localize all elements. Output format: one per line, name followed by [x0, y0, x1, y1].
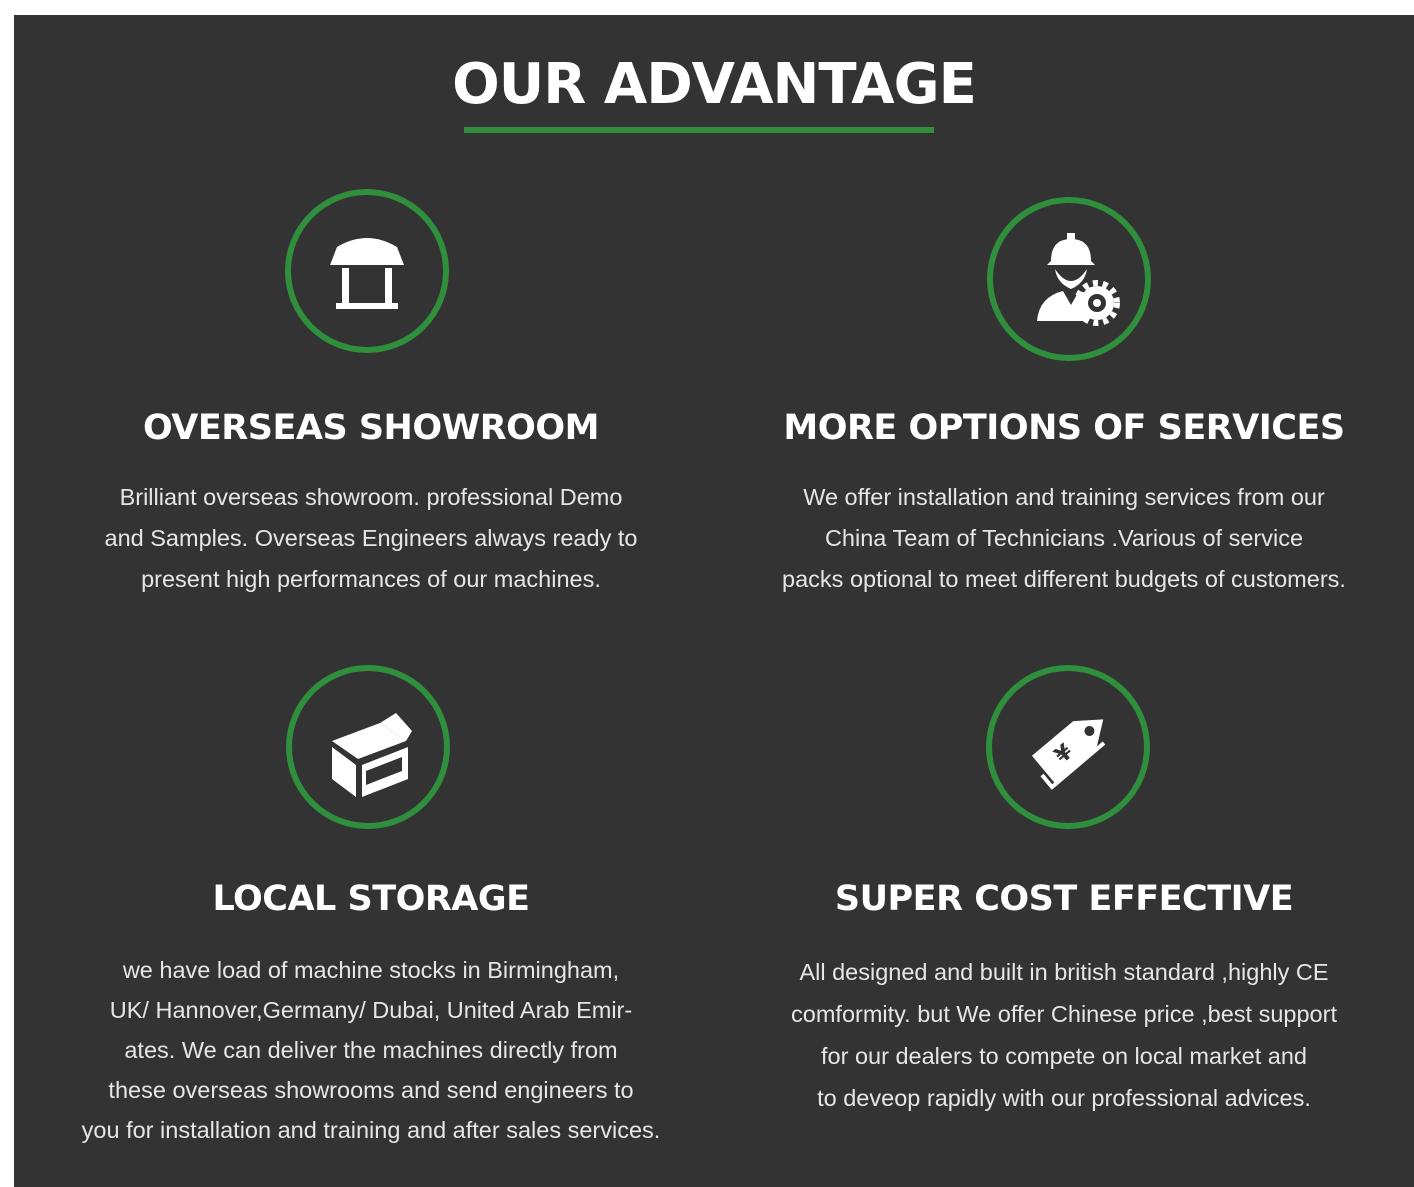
- feature-description-more-options-of-services: We offer installation and training servi…: [714, 477, 1414, 600]
- description-line: Brilliant overseas showroom. professiona…: [119, 484, 623, 510]
- description-line: we have load of machine stocks in Birmin…: [122, 957, 620, 983]
- description-line: for our dealers to compete on local mark…: [821, 1043, 1307, 1069]
- description-line: to deveop rapidly with our professional …: [817, 1085, 1311, 1111]
- description-line: We offer installation and training servi…: [803, 484, 1325, 510]
- description-line: packs optional to meet different budgets…: [782, 566, 1346, 592]
- showroom-icon: [330, 238, 404, 309]
- feature-description-local-storage: we have load of machine stocks in Birmin…: [14, 950, 728, 1150]
- section-title: OUR ADVANTAGE: [452, 52, 977, 117]
- price-tag-icon: ¥: [1031, 719, 1106, 790]
- description-line: UK/ Hannover,Germany/ Dubai, United Arab…: [109, 997, 633, 1023]
- feature-heading-more-options-of-services: MORE OPTIONS OF SERVICES: [783, 408, 1345, 448]
- feature-heading-overseas-showroom: OVERSEAS SHOWROOM: [142, 408, 600, 448]
- services-icon-ring: [987, 197, 1151, 361]
- advantage-panel: OUR ADVANTAGE OVERSEAS SHOWROOM Brillian…: [14, 15, 1414, 1187]
- cost-icon-ring: ¥: [986, 665, 1150, 829]
- description-line: these overseas showrooms and send engine…: [108, 1077, 634, 1103]
- feature-heading-local-storage: LOCAL STORAGE: [212, 879, 530, 919]
- storage-icon-ring: [286, 665, 450, 829]
- description-line: All designed and built in british standa…: [799, 959, 1329, 985]
- description-line: China Team of Technicians .Various of se…: [824, 525, 1304, 551]
- description-line: present high performances of our machine…: [141, 566, 601, 592]
- description-line: and Samples. Overseas Engineers always r…: [104, 525, 638, 551]
- description-line: comformity. but We offer Chinese price ,…: [791, 1001, 1337, 1027]
- title-underline: [464, 127, 934, 133]
- engineer-gear-icon: [1037, 233, 1120, 326]
- box-icon: [332, 713, 412, 797]
- description-line: ates. We can deliver the machines direct…: [124, 1037, 618, 1063]
- feature-description-super-cost-effective: All designed and built in british standa…: [714, 951, 1414, 1119]
- showroom-icon-ring: [285, 189, 449, 353]
- description-line: you for installation and training and af…: [81, 1117, 661, 1143]
- feature-description-overseas-showroom: Brilliant overseas showroom. professiona…: [14, 477, 728, 600]
- feature-heading-super-cost-effective: SUPER COST EFFECTIVE: [834, 879, 1294, 919]
